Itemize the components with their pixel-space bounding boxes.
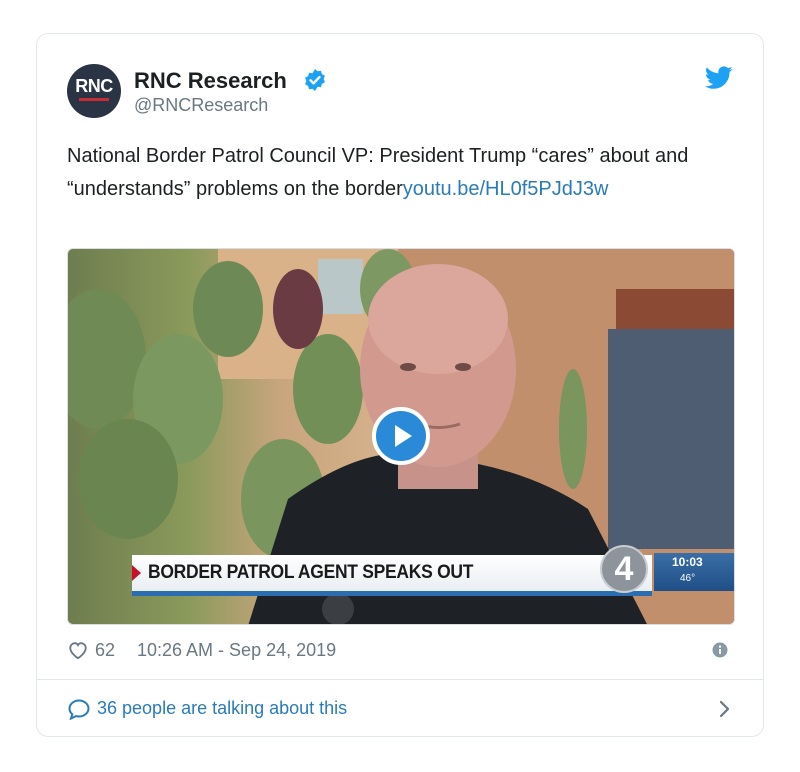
verified-badge-icon [305,69,325,91]
lower-third-text: BORDER PATROL AGENT SPEAKS OUT [148,562,474,583]
speech-bubble-icon[interactable] [67,698,91,720]
clock-temp: 46° [680,573,696,584]
like-count[interactable]: 62 [95,640,115,661]
chevron-right-icon[interactable] [717,698,731,720]
footer-divider [37,679,763,680]
twitter-bird-icon[interactable] [705,66,733,90]
channel-logo: 4 [600,545,648,593]
lower-third-arrow [132,565,141,581]
author-handle[interactable]: @RNCResearch [134,95,268,116]
play-triangle [395,425,412,447]
video-thumbnail[interactable]: BORDER PATROL AGENT SPEAKS OUT 4 10:03 4… [67,248,735,625]
author-name[interactable]: RNC Research [134,68,287,94]
tweet-link[interactable]: youtu.be/HL0f5PJdJ3w [403,178,609,200]
conversation-link[interactable]: 36 people are talking about this [97,698,347,719]
tweet-text: National Border Patrol Council VP: Presi… [67,140,717,206]
avatar-logo-text: RNC [75,76,113,96]
clock-time: 10:03 [672,555,703,569]
tweet-embed-card: RNC RNC Research @RNCResearch National B… [36,33,764,737]
heart-icon[interactable] [67,640,89,660]
play-button[interactable] [372,407,430,465]
avatar-stripe [79,98,109,101]
play-icon [376,411,426,461]
avatar[interactable]: RNC [67,64,121,118]
info-icon[interactable] [712,642,728,658]
tweet-timestamp[interactable]: 10:26 AM - Sep 24, 2019 [137,640,336,661]
lower-third-stripe [132,591,652,596]
